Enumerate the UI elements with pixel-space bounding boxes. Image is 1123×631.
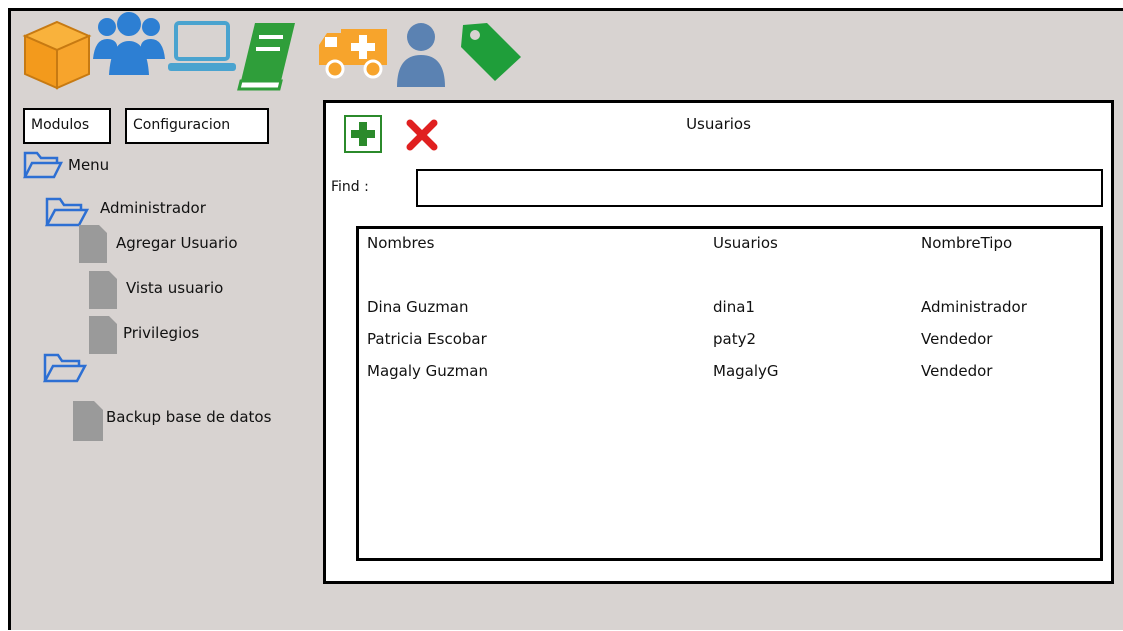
- column-header-nombres[interactable]: Nombres: [367, 234, 434, 252]
- document-icon: [89, 316, 117, 354]
- tree-item-administrador[interactable]: Administrador: [100, 199, 206, 217]
- tree-item-vista-usuario[interactable]: Vista usuario: [126, 279, 223, 297]
- users-table: Nombres Usuarios NombreTipo Dina Guzman …: [356, 226, 1103, 561]
- cell-nombres: Magaly Guzman: [367, 362, 488, 380]
- column-header-usuarios[interactable]: Usuarios: [713, 234, 778, 252]
- table-header: Nombres Usuarios NombreTipo: [359, 234, 1100, 264]
- tree-item-menu[interactable]: Menu: [68, 156, 109, 174]
- cell-usuarios: MagalyG: [713, 362, 779, 380]
- book-icon[interactable]: [237, 19, 299, 91]
- users-icon[interactable]: [93, 11, 165, 79]
- tree-item-backup[interactable]: Backup base de datos: [106, 408, 271, 426]
- plus-icon: [351, 122, 375, 146]
- table-row[interactable]: Magaly Guzman MagalyG Vendedor: [359, 362, 1100, 392]
- cell-nombretipo: Vendedor: [921, 330, 993, 348]
- table-row[interactable]: Patricia Escobar paty2 Vendedor: [359, 330, 1100, 360]
- cell-nombres: Dina Guzman: [367, 298, 469, 316]
- cell-nombres: Patricia Escobar: [367, 330, 487, 348]
- cell-usuarios: dina1: [713, 298, 755, 316]
- folder-icon: [45, 197, 89, 227]
- tag-icon[interactable]: [459, 19, 523, 83]
- column-header-nombretipo[interactable]: NombreTipo: [921, 234, 1012, 252]
- cell-nombretipo: Administrador: [921, 298, 1027, 316]
- cell-nombretipo: Vendedor: [921, 362, 993, 380]
- box-icon[interactable]: [21, 18, 93, 90]
- add-button[interactable]: [344, 115, 382, 153]
- document-icon: [73, 401, 103, 441]
- ambulance-icon[interactable]: [317, 25, 393, 81]
- document-icon: [79, 225, 107, 263]
- app-window: Modulos Configuracion Menu Administrador…: [8, 8, 1123, 630]
- folder-icon: [23, 151, 63, 179]
- user-icon[interactable]: [395, 21, 447, 91]
- laptop-icon[interactable]: [166, 19, 238, 75]
- find-input[interactable]: [416, 169, 1103, 207]
- tree-item-agregar-usuario[interactable]: Agregar Usuario: [116, 234, 238, 252]
- tab-configuracion[interactable]: Configuracion: [125, 108, 269, 144]
- tab-modulos[interactable]: Modulos: [23, 108, 111, 144]
- find-label: Find :: [331, 179, 369, 195]
- panel-title: Usuarios: [686, 115, 751, 133]
- cell-usuarios: paty2: [713, 330, 757, 348]
- usuarios-panel: Usuarios Find : Nombres Usuarios NombreT…: [323, 100, 1114, 584]
- folder-icon[interactable]: [43, 351, 87, 385]
- table-row[interactable]: Dina Guzman dina1 Administrador: [359, 298, 1100, 328]
- document-icon: [89, 271, 117, 309]
- delete-button[interactable]: [404, 117, 440, 153]
- close-icon: [406, 119, 438, 151]
- tree-item-privilegios[interactable]: Privilegios: [123, 324, 199, 342]
